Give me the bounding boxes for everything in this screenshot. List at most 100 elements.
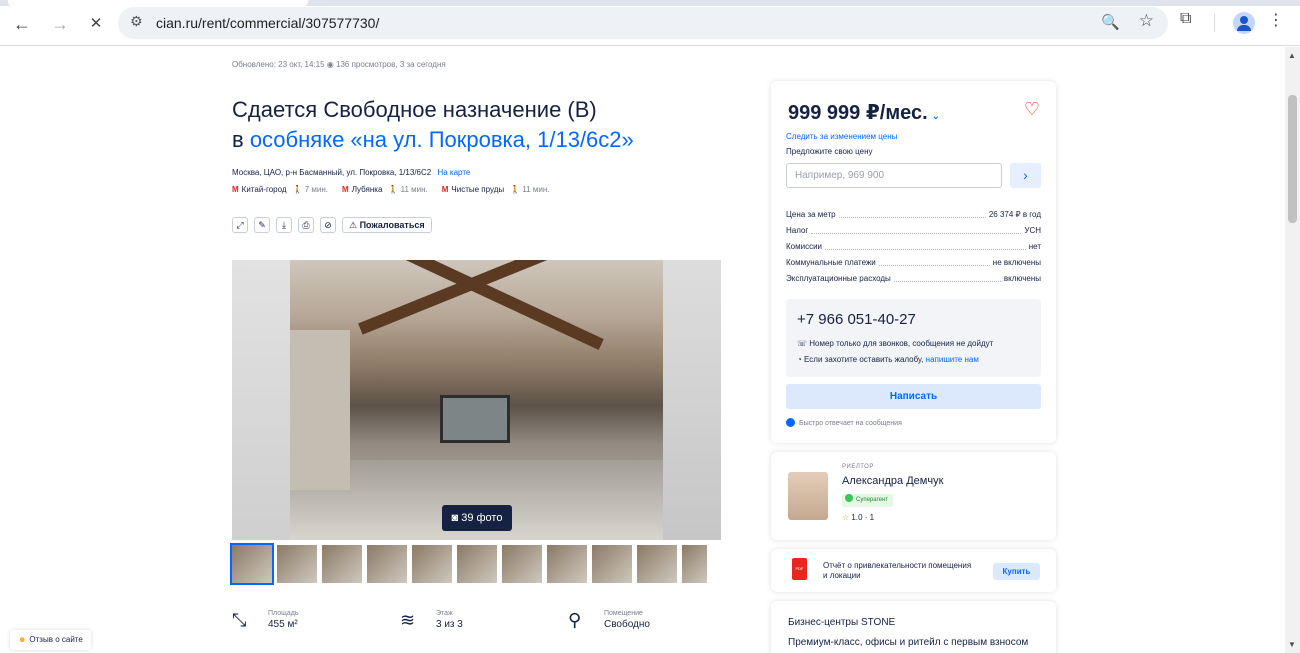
agent-role: РИЕЛТОР <box>842 464 874 470</box>
forward-icon[interactable]: → <box>48 12 72 36</box>
scrollbar-thumb[interactable] <box>1288 95 1297 223</box>
agent-card[interactable]: РИЕЛТОР Александра Демчук Суперагент ☆ 1… <box>771 452 1056 540</box>
listing-title: Сдается Свободное назначение (В) <box>232 97 597 122</box>
buy-report-button[interactable]: Купить <box>993 563 1040 580</box>
address-text: Москва, ЦАО, р-н Басманный, ул. Покровка… <box>232 168 432 177</box>
photo-thumbnails <box>230 543 707 585</box>
ad-text: Премиум-класс, офисы и ритейл с первым в… <box>788 637 1029 648</box>
clock-icon <box>786 418 795 427</box>
update-meta: Обновлено: 23 окт, 14:15 ◉ 136 просмотро… <box>232 60 446 69</box>
building-link[interactable]: особняке «на ул. Покровка, 1/13/6с2» <box>250 127 634 152</box>
thumbnail[interactable] <box>637 545 677 583</box>
report-card: PDF Отчёт о привлекательности помещения … <box>771 549 1056 592</box>
favorite-heart-icon[interactable]: ♡ <box>1024 99 1040 120</box>
main-photo[interactable]: ◙ 39 фото <box>232 260 721 540</box>
extensions-icon[interactable]: ⧉ <box>1180 10 1191 28</box>
site-feedback-button[interactable]: ☻ Отзыв о сайте <box>10 630 91 650</box>
thumbnail[interactable] <box>277 545 317 583</box>
bookmark-star-icon[interactable]: ☆ <box>1139 11 1154 31</box>
prop-label: Этаж <box>436 610 453 617</box>
site-settings-icon[interactable]: ⚙ <box>130 13 143 30</box>
walk-time: 🚶 7 мин. <box>292 185 329 194</box>
metro-item[interactable]: M Китай-город 🚶 7 мин. <box>232 185 328 194</box>
url-text[interactable]: cian.ru/rent/commercial/307577730/ <box>156 15 379 31</box>
listing-subtitle: в особняке «на ул. Покровка, 1/13/6с2» <box>232 127 634 153</box>
page-content: Обновлено: 23 окт, 14:15 ◉ 136 просмотро… <box>0 47 1285 653</box>
price-dropdown-icon[interactable]: ⌄ <box>932 111 940 122</box>
address-bar[interactable]: ⚙ cian.ru/rent/commercial/307577730/ 🔍 ☆ <box>118 7 1168 39</box>
detail-row: Цена за метр 26 374 ₽ в год <box>786 209 1041 219</box>
ad-card[interactable]: Бизнес-центры STONE Премиум-класс, офисы… <box>771 601 1056 653</box>
detail-row: Коммунальные платежи не включены <box>786 257 1041 267</box>
thumbnail[interactable] <box>367 545 407 583</box>
photo-blur-right <box>663 260 721 540</box>
prop-floor: ≋ Этаж 3 из 3 <box>400 610 568 630</box>
map-link[interactable]: На карте <box>437 168 470 177</box>
area-icon: ⤡ <box>232 610 247 630</box>
profile-avatar[interactable] <box>1233 12 1255 34</box>
thumbnail[interactable] <box>592 545 632 583</box>
thumbnail[interactable] <box>230 543 274 585</box>
metro-icon: M <box>232 185 239 194</box>
edit-button[interactable]: ✎ <box>254 217 270 233</box>
phone-note: ☏ Номер только для звонков, сообщения не… <box>797 339 994 348</box>
print-button[interactable]: ⎙ <box>298 217 314 233</box>
walk-time: 🚶 11 мин. <box>510 185 550 194</box>
agent-rating[interactable]: ☆ 1.0 · 1 <box>842 513 874 522</box>
agent-name[interactable]: Александра Демчук <box>842 475 943 487</box>
metro-icon: M <box>441 185 449 194</box>
prop-label: Площадь <box>268 610 299 617</box>
thumbnail[interactable] <box>457 545 497 583</box>
thumbnail[interactable] <box>412 545 452 583</box>
thumbnail[interactable] <box>682 545 707 583</box>
offer-label: Предложите свою цену <box>786 147 873 156</box>
photo-count-button[interactable]: ◙ 39 фото <box>442 505 512 531</box>
scroll-down-icon[interactable]: ▼ <box>1288 640 1296 649</box>
detail-row: Комиссии нет <box>786 241 1041 251</box>
photo-curtain <box>290 330 350 490</box>
metro-name: Китай-город <box>241 185 287 194</box>
prop-area: ⤡ Площадь 455 м² <box>232 610 400 630</box>
price-card: 999 999 ₽/мес. ⌄ ♡ Следить за изменением … <box>771 81 1056 443</box>
complaint-note: ◔ Если захотите оставить жалобу, напишит… <box>797 355 979 364</box>
thumbnail[interactable] <box>502 545 542 583</box>
badge-icon <box>845 494 853 502</box>
property-summary: ⤡ Площадь 455 м² ≋ Этаж 3 из 3 ⚲ Помещение… <box>232 610 736 630</box>
thumbnail[interactable] <box>322 545 362 583</box>
download-button[interactable]: ⤓ <box>276 217 292 233</box>
offer-price-input[interactable]: Например, 969 900 <box>786 163 1002 188</box>
detail-row: Эксплуатационные расходы включены <box>786 273 1041 283</box>
pdf-icon: PDF <box>792 558 807 580</box>
follow-price-link[interactable]: Следить за изменением цены <box>786 132 897 141</box>
toolbar-divider <box>1214 14 1215 32</box>
zoom-icon[interactable]: 🔍 <box>1101 13 1120 31</box>
thumbnail[interactable] <box>547 545 587 583</box>
ad-title[interactable]: Бизнес-центры STONE <box>788 617 895 628</box>
metro-item[interactable]: M Лубянка 🚶 11 мин. <box>342 185 428 194</box>
phone-number[interactable]: +7 966 051-40-27 <box>797 311 916 328</box>
prop-value: 3 из 3 <box>436 619 463 630</box>
close-icon[interactable]: ✕ <box>84 12 108 36</box>
metro-item[interactable]: M Чистые пруды 🚶 11 мин. <box>442 185 550 194</box>
address: Москва, ЦАО, р-н Басманный, ул. Покровка… <box>232 168 470 177</box>
back-icon[interactable]: ← <box>10 12 34 36</box>
page-scrollbar[interactable]: ▲ ▼ <box>1285 47 1300 653</box>
star-icon: ☆ <box>842 513 850 522</box>
menu-icon[interactable]: ⋮ <box>1268 10 1284 30</box>
complain-button[interactable]: ⚠ Пожаловаться <box>342 217 432 233</box>
offer-submit-button[interactable]: › <box>1010 163 1041 188</box>
browser-toolbar: ← → ✕ ⚙ cian.ru/rent/commercial/30757773… <box>0 0 1300 46</box>
prop-value: 455 м² <box>268 619 298 630</box>
write-message-button[interactable]: Написать <box>786 384 1041 409</box>
listing-actions: ⤢ ✎ ⤓ ⎙ ⊘ ⚠ Пожаловаться <box>232 217 432 233</box>
hide-button[interactable]: ⊘ <box>320 217 336 233</box>
metro-icon: M <box>342 185 349 194</box>
share-button[interactable]: ⤢ <box>232 217 248 233</box>
prop-premises: ⚲ Помещение Свободно <box>568 610 736 630</box>
agent-avatar[interactable] <box>788 472 828 520</box>
active-tab[interactable] <box>8 0 308 6</box>
complaint-link[interactable]: напишите нам <box>926 355 979 364</box>
scroll-up-icon[interactable]: ▲ <box>1288 51 1296 60</box>
prop-value: Свободно <box>604 619 650 630</box>
stairs-icon: ≋ <box>400 610 416 630</box>
